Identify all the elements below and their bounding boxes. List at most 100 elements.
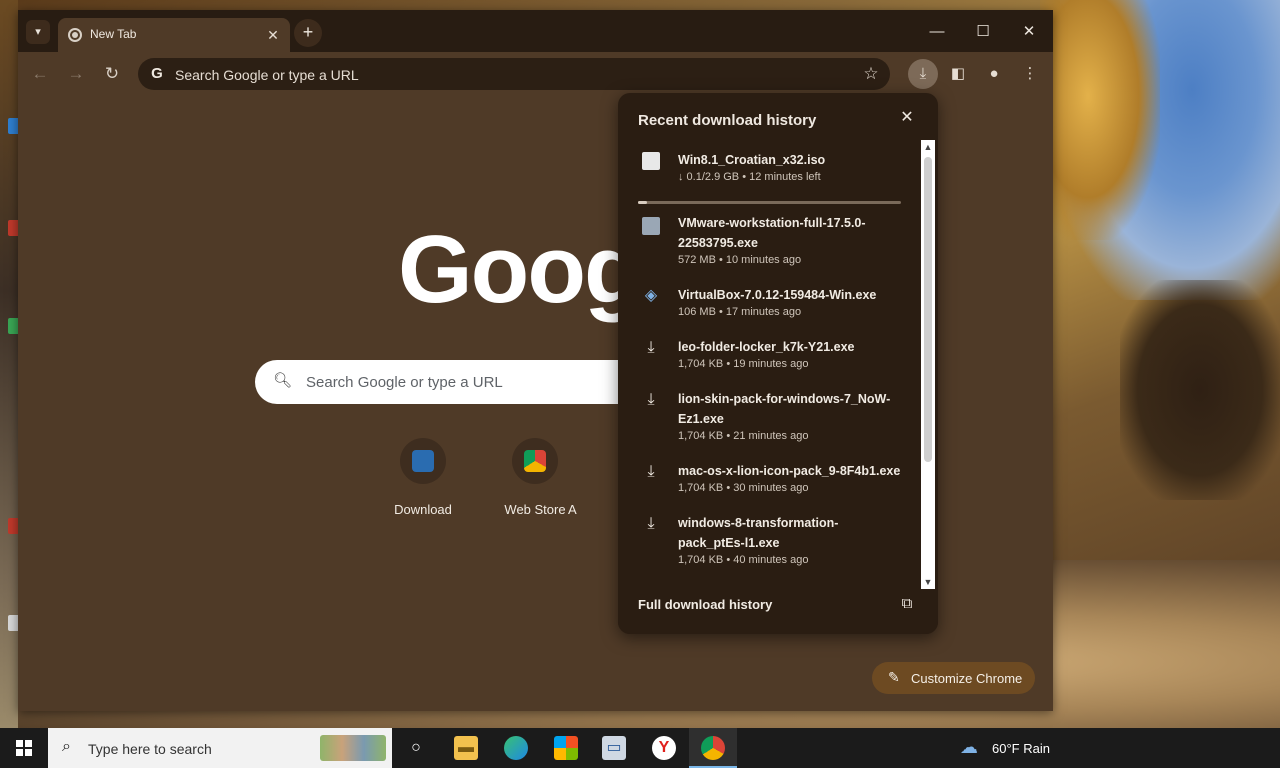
chrome-taskbar-button[interactable] xyxy=(689,728,737,768)
toolbar: ← → ↻ G Search Google or type a URL ☆ ⤓ … xyxy=(18,52,1053,96)
edge-button[interactable] xyxy=(492,728,540,768)
search-icon: 🔍︎ xyxy=(273,372,293,389)
download-meta: 1,704 KB • 40 minutes ago xyxy=(678,554,809,566)
download-site-icon xyxy=(412,450,434,472)
maximize-button[interactable]: ☐ xyxy=(960,18,1006,46)
weather-text: 60°F Rain xyxy=(992,741,1050,756)
tab-close-icon[interactable]: ✕ xyxy=(264,26,282,44)
scrollbar-thumb[interactable] xyxy=(924,157,932,462)
address-bar[interactable]: G Search Google or type a URL ☆ xyxy=(138,58,890,90)
google-g-icon: G xyxy=(151,65,163,82)
close-icon[interactable]: ✕ xyxy=(897,108,917,128)
chrome-icon xyxy=(701,736,725,760)
download-item[interactable]: ⤓ leo-folder-locker_k7k-Y21.exe 1,704 KB… xyxy=(618,337,918,377)
weather-widget[interactable]: ☁ 60°F Rain xyxy=(958,728,1098,768)
download-file-icon: ⤓ xyxy=(647,515,655,532)
download-meta: ↓ 0.1/2.9 GB • 12 minutes left xyxy=(678,171,821,183)
customize-chrome-label: Customize Chrome xyxy=(911,671,1023,686)
task-view-icon: ○ xyxy=(411,739,421,756)
tab-new-tab[interactable]: New Tab ✕ xyxy=(58,18,290,52)
taskbar-search-box[interactable]: ⌕ Type here to search xyxy=(48,728,392,768)
shortcut-tile xyxy=(512,438,558,484)
download-item[interactable]: Win8.1_Croatian_x32.iso ↓ 0.1/2.9 GB • 1… xyxy=(618,150,918,210)
download-meta: 1,704 KB • 21 minutes ago xyxy=(678,430,809,442)
tab-strip: ▾ New Tab ✕ + — ☐ ✕ xyxy=(18,10,1053,52)
download-item[interactable]: ⤓ lion-skin-pack-for-windows-7_NoW-Ez1.e… xyxy=(618,389,918,449)
download-item[interactable]: ◈ VirtualBox-7.0.12-159484-Win.exe 106 M… xyxy=(618,285,918,325)
download-list-scrollbar[interactable]: ▲ ▼ xyxy=(921,140,935,589)
scroll-up-arrow-icon[interactable]: ▲ xyxy=(921,140,935,154)
search-highlight-image xyxy=(320,735,386,761)
yandex-icon: Y xyxy=(652,736,676,760)
wallpaper-tree xyxy=(1120,280,1280,500)
windows-taskbar: ⌕ Type here to search ○ ▬ ▭ Y ☁ 60°F Rai… xyxy=(0,728,1280,768)
scroll-down-arrow-icon[interactable]: ▼ xyxy=(921,575,935,589)
download-filename: VirtualBox-7.0.12-159484-Win.exe xyxy=(678,288,877,302)
file-explorer-button[interactable]: ▬ xyxy=(442,728,490,768)
virtualbox-icon: ◈ xyxy=(644,287,658,304)
back-arrow-icon[interactable]: ← xyxy=(26,60,54,88)
task-view-button[interactable]: ○ xyxy=(392,728,440,768)
customize-chrome-button[interactable]: ✎ Customize Chrome xyxy=(872,662,1035,694)
download-meta: 572 MB • 10 minutes ago xyxy=(678,254,802,266)
download-file-icon: ⤓ xyxy=(647,463,655,480)
new-tab-button[interactable]: + xyxy=(294,19,322,47)
minimize-button[interactable]: — xyxy=(914,18,960,46)
download-list: Win8.1_Croatian_x32.iso ↓ 0.1/2.9 GB • 1… xyxy=(618,140,938,589)
address-bar-placeholder: Search Google or type a URL xyxy=(175,67,359,83)
full-download-history-link: Full download history xyxy=(638,597,773,612)
open-external-icon: ⧉ xyxy=(901,595,913,612)
download-filename: leo-folder-locker_k7k-Y21.exe xyxy=(678,340,855,354)
shortcut-label: Download xyxy=(394,502,452,517)
side-panel-icon[interactable]: ◧ xyxy=(943,59,973,89)
download-filename: VMware-workstation-full-17.5.0-22583795.… xyxy=(678,216,866,250)
download-item[interactable]: VMware-workstation-full-17.5.0-22583795.… xyxy=(618,213,918,273)
download-filename: mac-os-x-lion-icon-pack_9-8F4b1.exe xyxy=(678,464,901,478)
full-download-history-row[interactable]: Full download history ⧉ xyxy=(618,589,938,634)
forward-arrow-icon[interactable]: → xyxy=(62,60,90,88)
wallpaper-leaves xyxy=(1040,0,1160,240)
shortcut-download[interactable]: Download xyxy=(367,438,479,528)
pencil-icon: ✎ xyxy=(888,669,900,685)
download-icon[interactable]: ⤓ xyxy=(908,59,938,89)
yandex-button[interactable]: Y xyxy=(640,728,688,768)
remote-desktop-button[interactable]: ▭ xyxy=(590,728,638,768)
taskbar-search-placeholder: Type here to search xyxy=(88,741,212,757)
close-window-button[interactable]: ✕ xyxy=(1006,18,1052,46)
download-item[interactable]: ⤓ mac-os-x-lion-icon-pack_9-8F4b1.exe 1,… xyxy=(618,461,918,501)
store-icon xyxy=(554,736,578,760)
edge-icon xyxy=(504,736,528,760)
rain-cloud-icon: ☁ xyxy=(960,737,978,757)
reload-icon[interactable]: ↻ xyxy=(98,60,126,88)
download-meta: 1,704 KB • 30 minutes ago xyxy=(678,482,809,494)
download-item[interactable]: ⤓ windows-8-transformation-pack_ptEs-l1.… xyxy=(618,513,918,573)
start-button[interactable] xyxy=(0,728,48,768)
web-store-icon xyxy=(524,450,546,472)
download-bubble-title: Recent download history xyxy=(638,112,817,129)
folder-icon: ▬ xyxy=(454,736,478,760)
tab-search-chevron-icon[interactable]: ▾ xyxy=(26,20,50,44)
download-progress-fill xyxy=(638,201,647,204)
chrome-favicon-icon xyxy=(68,28,82,42)
ntp-search-placeholder: Search Google or type a URL xyxy=(306,374,503,391)
bookmark-star-icon[interactable]: ☆ xyxy=(860,63,882,85)
download-meta: 106 MB • 17 minutes ago xyxy=(678,306,802,318)
download-bubble: Recent download history ✕ Win8.1_Croatia… xyxy=(618,93,938,634)
store-button[interactable] xyxy=(542,728,590,768)
download-file-icon: ⤓ xyxy=(647,339,655,356)
search-icon: ⌕ xyxy=(62,738,71,755)
download-meta: 1,704 KB • 19 minutes ago xyxy=(678,358,809,370)
iso-file-icon xyxy=(642,152,660,170)
download-progress-bar xyxy=(638,201,901,204)
installer-icon xyxy=(642,217,660,235)
download-file-icon: ⤓ xyxy=(647,391,655,408)
download-filename: lion-skin-pack-for-windows-7_NoW-Ez1.exe xyxy=(678,392,891,426)
profile-avatar-icon[interactable]: ● xyxy=(979,59,1009,89)
monitor-icon: ▭ xyxy=(602,736,626,760)
windows-logo-icon xyxy=(16,740,32,756)
shortcut-tile xyxy=(400,438,446,484)
menu-kebab-icon[interactable]: ⋮ xyxy=(1015,59,1045,89)
download-filename: Win8.1_Croatian_x32.iso xyxy=(678,153,826,167)
download-filename: windows-8-transformation-pack_ptEs-l1.ex… xyxy=(678,516,839,550)
tab-title: New Tab xyxy=(90,27,137,41)
